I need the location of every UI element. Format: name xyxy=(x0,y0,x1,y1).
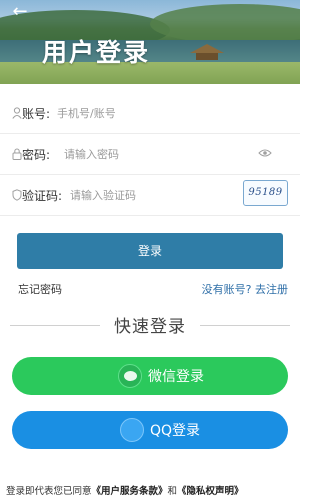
back-button[interactable]: ← xyxy=(8,2,32,22)
lock-icon xyxy=(12,148,22,160)
password-input[interactable] xyxy=(64,143,249,165)
agreement-conjunction: 和 xyxy=(167,486,178,497)
hut-body xyxy=(196,53,218,60)
wechat-login-button[interactable]: 微信登录 xyxy=(12,357,288,395)
agreement-prefix: 登录即代表您已同意 xyxy=(6,486,92,497)
hut-roof xyxy=(190,44,224,53)
captcha-label: 验证码: xyxy=(22,189,63,203)
page-title: 用户登录 xyxy=(42,38,151,67)
captcha-image[interactable]: 95189 xyxy=(243,180,288,206)
privacy-link[interactable]: 《隐私权声明》 xyxy=(177,486,244,497)
account-row: 账号: xyxy=(0,94,300,134)
account-input[interactable] xyxy=(57,102,257,124)
banner-hut xyxy=(190,44,224,60)
register-link[interactable]: 没有账号? 去注册 xyxy=(202,281,288,297)
login-button[interactable]: 登录 xyxy=(17,233,283,269)
qq-login-label: QQ登录 xyxy=(150,423,201,439)
forgot-password-link[interactable]: 忘记密码 xyxy=(18,281,62,297)
agreement-text: 登录即代表您已同意《用户服务条款》和《隐私权声明》 xyxy=(6,483,244,497)
user-icon xyxy=(12,107,22,119)
captcha-input[interactable] xyxy=(70,184,235,206)
qq-icon xyxy=(120,418,144,442)
wechat-login-label: 微信登录 xyxy=(148,369,204,385)
arrow-left-icon: ← xyxy=(12,1,28,22)
password-label: 密码: xyxy=(22,148,51,162)
qq-login-button[interactable]: QQ登录 xyxy=(12,411,288,449)
banner-hill xyxy=(150,4,300,44)
eye-icon[interactable] xyxy=(258,148,272,158)
password-row: 密码: xyxy=(0,135,300,175)
account-label: 账号: xyxy=(22,107,51,121)
header-banner: ← 用户登录 xyxy=(0,0,300,84)
wechat-icon xyxy=(118,364,142,388)
captcha-row: 验证码: 95189 xyxy=(0,176,300,216)
shield-icon xyxy=(12,189,22,201)
terms-link[interactable]: 《用户服务条款》 xyxy=(92,486,168,497)
divider-line-right xyxy=(200,325,290,326)
